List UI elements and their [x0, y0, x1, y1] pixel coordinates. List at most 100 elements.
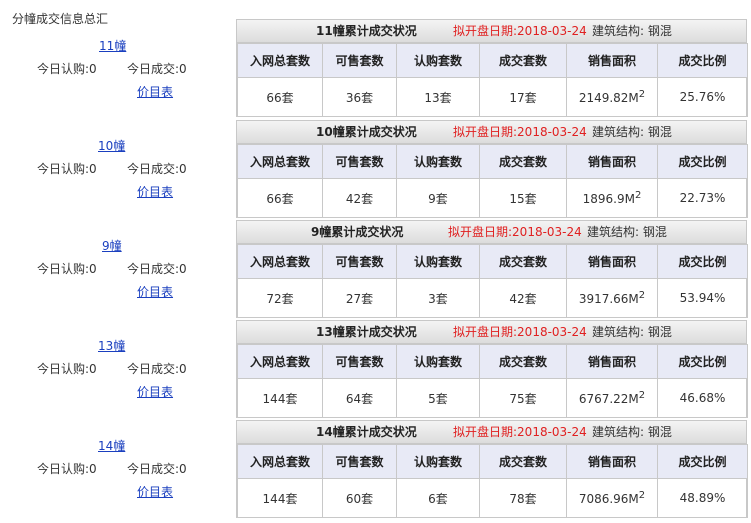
today-deal-label: 今日成交:: [127, 462, 180, 476]
today-subscribe-value: 0: [89, 362, 97, 376]
column-header: 销售面积: [566, 244, 658, 279]
today-subscribe-label: 今日认购:: [37, 162, 90, 176]
building-deal-panel: 14幢累计成交状况 拟开盘日期:2018-03-24 建筑结构: 钢混 入网总套数 可售…: [236, 420, 748, 518]
today-subscribe-label: 今日认购:: [37, 462, 90, 476]
today-subscribe-value: 0: [89, 462, 97, 476]
table-cell: 144套: [237, 378, 323, 418]
deal-table: 入网总套数 可售套数 认购套数 成交套数 销售面积 成交比例 144套 60套 6套 78套 708…: [237, 444, 748, 518]
today-deal-stat: 今日成交:0: [127, 160, 187, 177]
table-header-row: 入网总套数 可售套数 认购套数 成交套数 销售面积 成交比例: [237, 144, 748, 179]
panel-header: 10幢累计成交状况 拟开盘日期:2018-03-24 建筑结构: 钢混: [237, 121, 746, 144]
structure-value: 钢混: [642, 225, 667, 239]
price-list-link[interactable]: 价目表: [137, 183, 173, 200]
column-header: 成交套数: [479, 344, 567, 379]
area-value: 3917.66M: [578, 292, 639, 306]
table-row: 144套 64套 5套 75套 6767.22M2 46.68%: [237, 378, 748, 418]
table-cell-area: 3917.66M2: [566, 278, 658, 318]
today-deal-label: 今日成交:: [127, 162, 180, 176]
today-deal-label: 今日成交:: [127, 362, 180, 376]
price-list-link[interactable]: 价目表: [137, 483, 173, 500]
column-header: 认购套数: [396, 344, 480, 379]
table-cell-area: 2149.82M2: [566, 77, 658, 117]
column-header: 成交比例: [657, 144, 748, 179]
panel-header: 14幢累计成交状况 拟开盘日期:2018-03-24 建筑结构: 钢混: [237, 421, 746, 444]
column-header: 成交比例: [657, 43, 748, 78]
table-cell: 66套: [237, 178, 323, 218]
table-row: 66套 42套 9套 15套 1896.9M2 22.73%: [237, 178, 748, 218]
column-header: 可售套数: [322, 43, 397, 78]
column-header: 可售套数: [322, 444, 397, 479]
building-summary-list: 11幢 今日认购:0 今日成交:0 价目表 10幢 今日认购:0 今日成交:0 价目表 9幢 今日…: [0, 0, 236, 523]
table-header-row: 入网总套数 可售套数 认购套数 成交套数 销售面积 成交比例: [237, 344, 748, 379]
building-link[interactable]: 9幢: [102, 237, 122, 254]
table-cell: 42套: [322, 178, 397, 218]
today-subscribe-label: 今日认购:: [37, 262, 90, 276]
table-cell: 42套: [479, 278, 567, 318]
open-date: 拟开盘日期:2018-03-24: [453, 321, 587, 343]
table-cell: 22.73%: [657, 178, 748, 218]
column-header: 销售面积: [566, 344, 658, 379]
today-subscribe-stat: 今日认购:0: [37, 360, 97, 377]
area-value: 7086.96M: [578, 492, 639, 506]
open-date-value: 2018-03-24: [517, 24, 587, 38]
structure-value: 钢混: [647, 24, 672, 38]
open-date-label: 拟开盘日期:: [453, 125, 518, 139]
area-unit-sup: 2: [638, 490, 646, 501]
column-header: 销售面积: [566, 444, 658, 479]
panel-title: 9幢累计成交状况: [311, 225, 404, 239]
building-link[interactable]: 13幢: [98, 337, 125, 354]
today-deal-label: 今日成交:: [127, 62, 180, 76]
area-value: 1896.9M: [582, 192, 635, 206]
structure: 建筑结构: 钢混: [592, 20, 672, 42]
column-header: 认购套数: [396, 43, 480, 78]
open-date-label: 拟开盘日期:: [453, 425, 518, 439]
building-deal-panel: 10幢累计成交状况 拟开盘日期:2018-03-24 建筑结构: 钢混 入网总套数 可售…: [236, 120, 748, 218]
building-link[interactable]: 11幢: [99, 37, 126, 54]
column-header: 销售面积: [566, 144, 658, 179]
structure: 建筑结构: 钢混: [592, 421, 672, 443]
table-row: 66套 36套 13套 17套 2149.82M2 25.76%: [237, 77, 748, 117]
building-link[interactable]: 10幢: [98, 137, 125, 154]
deal-table: 入网总套数 可售套数 认购套数 成交套数 销售面积 成交比例 72套 27套 3套 42套 3917…: [237, 244, 748, 318]
column-header: 入网总套数: [237, 444, 323, 479]
building-link[interactable]: 14幢: [98, 437, 125, 454]
structure: 建筑结构: 钢混: [587, 221, 667, 243]
building-deal-panel: 9幢累计成交状况 拟开盘日期:2018-03-24 建筑结构: 钢混 入网总套数 可售套…: [236, 220, 748, 318]
column-header: 可售套数: [322, 144, 397, 179]
deal-table: 入网总套数 可售套数 认购套数 成交套数 销售面积 成交比例 66套 42套 9套 15套 1896…: [237, 144, 748, 218]
table-cell: 72套: [237, 278, 323, 318]
column-header: 成交套数: [479, 144, 567, 179]
table-cell: 25.76%: [657, 77, 748, 117]
structure-label: 建筑结构:: [592, 425, 645, 439]
column-header: 可售套数: [322, 244, 397, 279]
today-subscribe-stat: 今日认购:0: [37, 460, 97, 477]
open-date-value: 2018-03-24: [517, 325, 587, 339]
table-cell: 64套: [322, 378, 397, 418]
today-subscribe-stat: 今日认购:0: [37, 60, 97, 77]
today-deal-value: 0: [179, 62, 187, 76]
table-cell: 5套: [396, 378, 480, 418]
table-cell: 53.94%: [657, 278, 748, 318]
open-date: 拟开盘日期:2018-03-24: [453, 20, 587, 42]
column-header: 成交套数: [479, 43, 567, 78]
structure-value: 钢混: [647, 425, 672, 439]
price-list-link[interactable]: 价目表: [137, 283, 173, 300]
price-list-link[interactable]: 价目表: [137, 383, 173, 400]
panel-title: 14幢累计成交状况: [316, 425, 417, 439]
today-subscribe-label: 今日认购:: [37, 62, 90, 76]
price-list-link[interactable]: 价目表: [137, 83, 173, 100]
structure-label: 建筑结构:: [592, 24, 645, 38]
structure-label: 建筑结构:: [592, 125, 645, 139]
area-unit-sup: 2: [634, 190, 642, 201]
today-subscribe-stat: 今日认购:0: [37, 260, 97, 277]
today-deal-stat: 今日成交:0: [127, 260, 187, 277]
column-header: 认购套数: [396, 144, 480, 179]
open-date-label: 拟开盘日期:: [453, 24, 518, 38]
today-subscribe-value: 0: [89, 62, 97, 76]
table-header-row: 入网总套数 可售套数 认购套数 成交套数 销售面积 成交比例: [237, 43, 748, 78]
structure: 建筑结构: 钢混: [592, 121, 672, 143]
open-date: 拟开盘日期:2018-03-24: [453, 121, 587, 143]
today-deal-label: 今日成交:: [127, 262, 180, 276]
structure-label: 建筑结构:: [587, 225, 640, 239]
panel-header: 11幢累计成交状况 拟开盘日期:2018-03-24 建筑结构: 钢混: [237, 20, 746, 43]
